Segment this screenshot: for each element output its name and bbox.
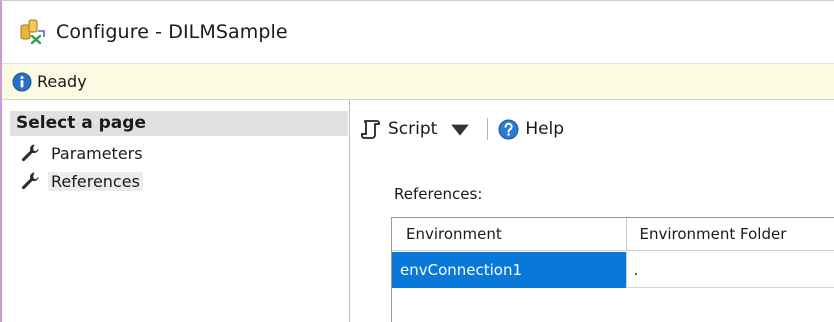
select-page-header: Select a page (10, 111, 348, 136)
window-title: Configure - DILMSample (56, 21, 288, 43)
script-icon (361, 120, 380, 139)
help-button[interactable]: Help (498, 115, 564, 143)
status-bar: Ready (2, 63, 834, 100)
sidebar-item-label: References (48, 171, 143, 191)
configure-window: Configure - DILMSample Ready Select a pa… (0, 0, 834, 322)
table-row[interactable]: envConnection1 . (392, 252, 834, 288)
references-label: References: (394, 185, 483, 203)
references-grid[interactable]: Environment Environment Folder envConnec… (391, 217, 834, 322)
sidebar-item-parameters[interactable]: Parameters (20, 141, 146, 165)
script-button[interactable]: Script (360, 115, 477, 143)
title-bar: Configure - DILMSample (2, 1, 834, 63)
chevron-down-icon[interactable] (449, 118, 471, 140)
sidebar-item-references[interactable]: References (20, 169, 143, 193)
help-icon (498, 119, 519, 139)
environment-folder-cell[interactable]: . (627, 252, 834, 288)
help-label: Help (525, 119, 565, 139)
column-header-environment[interactable]: Environment (392, 218, 628, 251)
ssis-project-icon (20, 19, 45, 45)
status-text: Ready (37, 72, 87, 91)
toolbar-separator (487, 118, 489, 140)
wrench-icon (21, 172, 39, 190)
references-page: Script Help References: Environment Envi… (351, 100, 834, 322)
page-selector-pane: Select a page Parameters References (2, 100, 350, 322)
grid-header: Environment Environment Folder (392, 218, 834, 251)
column-header-environment-folder[interactable]: Environment Folder (627, 218, 834, 251)
wrench-icon (21, 144, 39, 162)
environment-cell[interactable]: envConnection1 (392, 252, 628, 288)
info-icon (12, 72, 32, 91)
sidebar-item-label: Parameters (51, 143, 143, 163)
toolbar: Script Help (351, 114, 834, 144)
script-label: Script (388, 119, 438, 139)
